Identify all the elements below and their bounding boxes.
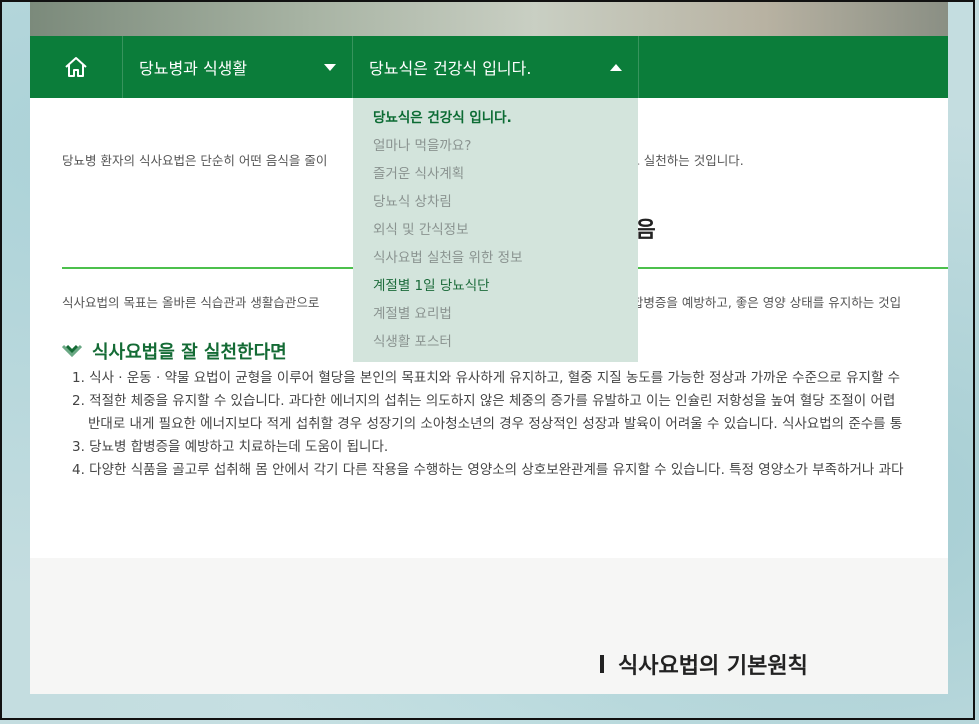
dropdown-item[interactable]: 식사요법 실천을 위한 정보 [353, 248, 638, 276]
dropdown-item[interactable]: 계절별 1일 당뇨식단 [353, 276, 638, 304]
dropdown-item[interactable]: 계절별 요리법 [353, 304, 638, 332]
double-chevron-icon [62, 344, 82, 358]
nav-menu-label: 당뇨식은 건강식 입니다. [369, 59, 532, 78]
list-item: 4. 다양한 식품을 골고루 섭취해 몸 안에서 각기 다른 작용을 수행하는 … [72, 462, 904, 478]
list-item: 1. 식사 · 운동 · 약물 요법이 균형을 이루어 혈당을 본인의 목표치와… [72, 370, 901, 386]
heading-bar [600, 655, 604, 673]
dropdown-item[interactable]: 얼마나 먹을까요? [353, 136, 638, 164]
benefits-list: 1. 식사 · 운동 · 약물 요법이 균형을 이루어 혈당을 본인의 목표치와… [72, 367, 904, 482]
nav-menu-healthy-diet[interactable]: 당뇨식은 건강식 입니다. [353, 36, 639, 98]
subheading: 식사요법을 잘 실천한다면 [62, 338, 287, 364]
header-photo [30, 0, 948, 36]
list-item: 3. 당뇨병 합병증을 예방하고 치료하는데 도움이 됩니다. [72, 439, 389, 455]
basic-principles-section [30, 558, 948, 694]
list-item: 2. 적절한 체중을 유지할 수 있습니다. 과다한 에너지의 섭취는 의도하지… [72, 393, 896, 409]
web-page: 당뇨병과 식생활 당뇨식은 건강식 입니다. 당뇨병 환자의 식사요법은 단순히… [30, 0, 948, 694]
nav-menu-diabetes-diet[interactable]: 당뇨병과 식생활 [123, 36, 353, 98]
dropdown-item[interactable]: 외식 및 간식정보 [353, 220, 638, 248]
home-button[interactable] [30, 36, 123, 98]
caret-down-icon [324, 63, 336, 71]
home-icon [65, 57, 87, 77]
dropdown-item[interactable]: 당뇨식 상차림 [353, 192, 638, 220]
dropdown-item[interactable]: 즐거운 식사계획 [353, 164, 638, 192]
main-nav: 당뇨병과 식생활 당뇨식은 건강식 입니다. [30, 36, 948, 98]
dropdown-item[interactable]: 식생활 포스터 [353, 332, 638, 360]
basic-principles-heading: 식사요법의 기본원칙 [600, 648, 808, 680]
nav-menu-label: 당뇨병과 식생활 [139, 59, 248, 78]
nav-dropdown-menu: 당뇨식은 건강식 입니다. 얼마나 먹을까요? 즐거운 식사계획 당뇨식 상차림… [353, 98, 638, 362]
caret-up-icon [610, 63, 622, 71]
list-item: 반대로 내게 필요한 에너지보다 적게 섭취할 경우 성장기의 소아청소년의 경… [88, 416, 903, 432]
dropdown-item[interactable]: 당뇨식은 건강식 입니다. [353, 108, 638, 136]
